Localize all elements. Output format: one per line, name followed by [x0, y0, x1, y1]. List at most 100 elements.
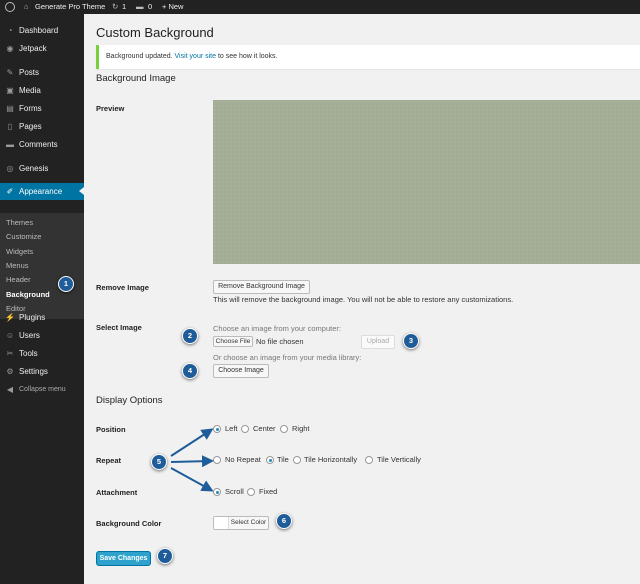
callout-5: 5 [151, 454, 167, 470]
submenu-item-widgets[interactable]: Widgets [6, 245, 33, 259]
sidebar-item-label: Jetpack [19, 44, 47, 53]
main-content: Custom Background Background updated. Vi… [84, 14, 640, 584]
sidebar-item-label: Dashboard [19, 26, 59, 35]
sidebar-item-dashboard[interactable]: ◔ Dashboard [0, 22, 84, 39]
sidebar-item-label: Appearance [19, 187, 63, 196]
collapse-menu-button[interactable]: ◀ Collapse menu [0, 381, 84, 398]
sidebar-item-appearance[interactable]: ✐ Appearance [0, 183, 84, 200]
admin-sidebar: Themes Customize Widgets Menus Header Backgro… [0, 14, 84, 584]
attachment-fixed-radio[interactable] [247, 488, 255, 496]
attachment-scroll-radio[interactable] [213, 488, 221, 496]
forms-icon: ▤ [6, 104, 14, 113]
select-image-label: Select Image [96, 323, 142, 332]
appearance-submenu: Themes Customize Widgets Menus Header Backgro… [0, 213, 84, 319]
background-image-heading: Background Image [96, 73, 176, 84]
position-right-radio[interactable] [280, 425, 288, 433]
comments-count[interactable]: 0 [148, 0, 152, 14]
sidebar-item-label: Genesis [19, 164, 49, 173]
sidebar-item-label: Posts [19, 68, 40, 77]
repeat-vertical-radio[interactable] [365, 456, 373, 464]
notice-suffix: to see how it looks. [217, 53, 278, 60]
callout-1: 1 [58, 276, 74, 292]
sidebar-item-label: Users [19, 331, 40, 340]
repeat-horizontal-label: Tile Horizontally [304, 455, 358, 464]
position-left-radio[interactable] [213, 425, 221, 433]
choose-file-button[interactable]: Choose File [213, 336, 253, 347]
callout-6: 6 [276, 513, 292, 529]
repeat-horizontal-radio[interactable] [293, 456, 301, 464]
updates-icon: ↻ [112, 2, 119, 11]
home-icon: ⌂ [24, 2, 29, 11]
attachment-fixed-label: Fixed [259, 487, 278, 496]
sidebar-item-settings[interactable]: ⚙ Settings [0, 363, 84, 380]
settings-icon: ⚙ [6, 367, 14, 376]
sidebar-item-tools[interactable]: ✂ Tools [0, 345, 84, 362]
sidebar-item-label: Media [19, 86, 41, 95]
repeat-none-radio[interactable] [213, 456, 221, 464]
callout-2: 2 [182, 328, 198, 344]
submenu-item-header[interactable]: Header [6, 273, 31, 287]
page-title: Custom Background [96, 25, 214, 40]
sidebar-item-media[interactable]: ▣ Media [0, 82, 84, 99]
visit-site-link[interactable]: Visit your site [175, 53, 217, 60]
sidebar-item-jetpack[interactable]: ◉ Jetpack [0, 40, 84, 57]
repeat-tile-radio[interactable] [266, 456, 274, 464]
tools-icon: ✂ [6, 349, 14, 358]
site-name-link[interactable]: Generate Pro Theme [35, 0, 105, 14]
choose-image-button[interactable]: Choose Image [213, 364, 269, 378]
comments-icon: ▬ [6, 140, 14, 149]
no-file-text: No file chosen [256, 337, 304, 346]
sidebar-item-users[interactable]: ☺ Users [0, 327, 84, 344]
remove-help-text: This will remove the background image. Y… [213, 295, 514, 304]
background-color-label: Background Color [96, 519, 162, 528]
pages-icon: ▯ [7, 122, 13, 131]
choose-computer-text: Choose an image from your computer: [213, 324, 341, 333]
sidebar-item-pages[interactable]: ▯ Pages [0, 118, 84, 135]
sidebar-item-forms[interactable]: ▤ Forms [0, 100, 84, 117]
select-color-label: Select Color [230, 519, 267, 526]
callout-4: 4 [182, 363, 198, 379]
position-center-radio[interactable] [241, 425, 249, 433]
admin-bar: ⌂ Generate Pro Theme ↻ 1 ▬ 0 + New [0, 0, 640, 14]
sidebar-item-posts[interactable]: ✎ Posts [0, 64, 84, 81]
repeat-none-label: No Repeat [225, 455, 261, 464]
sidebar-item-genesis[interactable]: ◎ Genesis [0, 160, 84, 177]
media-icon: ▣ [6, 86, 14, 95]
preview-label: Preview [96, 104, 125, 113]
repeat-vertical-label: Tile Vertically [377, 455, 421, 464]
jetpack-icon: ◉ [6, 44, 14, 53]
repeat-label: Repeat [96, 456, 122, 465]
attachment-scroll-label: Scroll [225, 487, 244, 496]
sidebar-item-comments[interactable]: ▬ Comments [0, 136, 84, 153]
new-content-link[interactable]: + New [162, 0, 183, 14]
select-color-button[interactable]: Select Color [213, 516, 269, 530]
comments-icon: ▬ [136, 2, 144, 11]
sidebar-item-label: Tools [19, 349, 38, 358]
sidebar-item-label: Plugins [19, 313, 46, 322]
sidebar-item-label: Forms [19, 104, 42, 113]
dashboard-icon: ◔ [7, 26, 13, 35]
brush-icon: ✐ [6, 187, 14, 196]
collapse-menu-label: Collapse menu [19, 386, 66, 393]
position-left-label: Left [225, 424, 238, 433]
background-preview [213, 100, 640, 264]
save-changes-button[interactable]: Save Changes [96, 551, 151, 566]
remove-background-button[interactable]: Remove Background Image [213, 280, 310, 294]
submenu-item-themes[interactable]: Themes [6, 216, 33, 230]
sidebar-item-label: Settings [19, 367, 48, 376]
sidebar-item-plugins[interactable]: ⚡ Plugins [0, 309, 84, 326]
submenu-item-background[interactable]: Background [6, 288, 50, 302]
position-label: Position [96, 425, 126, 434]
color-swatch [214, 517, 229, 529]
genesis-icon: ◎ [6, 164, 14, 173]
upload-button[interactable]: Upload [361, 335, 395, 349]
wordpress-logo-icon[interactable] [5, 2, 15, 12]
updates-count[interactable]: 1 [122, 0, 126, 14]
repeat-tile-label: Tile [277, 455, 289, 464]
plugins-icon: ⚡ [5, 313, 15, 322]
position-center-label: Center [253, 424, 276, 433]
submenu-item-customize[interactable]: Customize [6, 230, 41, 244]
display-options-heading: Display Options [96, 395, 163, 406]
pin-icon: ✎ [6, 68, 14, 77]
submenu-item-menus[interactable]: Menus [6, 259, 29, 273]
